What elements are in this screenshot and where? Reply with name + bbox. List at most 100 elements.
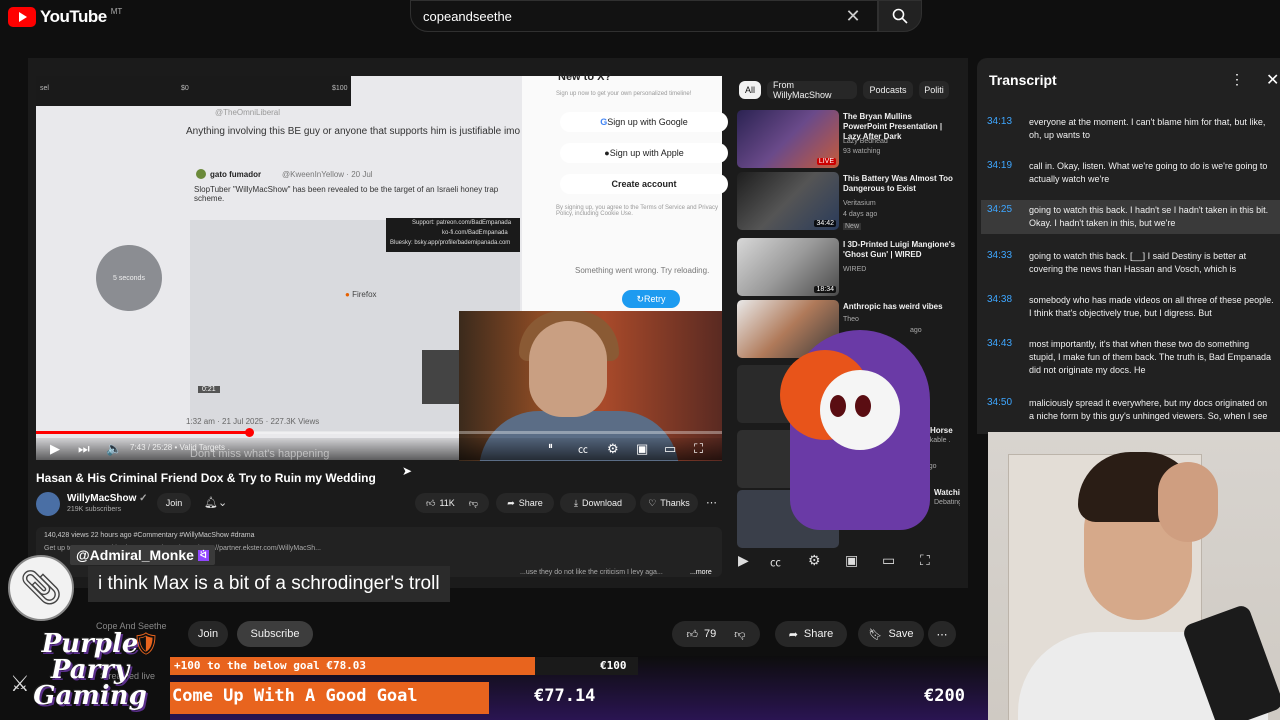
transcript-timestamp[interactable]: 34:43 (987, 338, 1019, 377)
rec-meta: 4 days ago (843, 211, 878, 218)
stream-more-button[interactable]: ⋯ (928, 621, 956, 647)
share-icon: ➦ (507, 497, 515, 508)
quoted-handle: @KweenInYellow · 20 Jul (282, 170, 373, 179)
chat-avatar: 📎︎ (8, 555, 74, 621)
tweet-bar-right: $100 (332, 85, 348, 92)
download-button[interactable]: ⤓ Download (560, 493, 636, 513)
like-button[interactable]: 👍︎ 11K 👎︎ (415, 493, 489, 513)
x-terms: By signing up, you agree to the Terms of… (556, 205, 718, 217)
x-apple-button[interactable]: ● Sign up with Apple (560, 143, 728, 163)
transcript-segment[interactable]: 34:13 everyone at the moment. I can't bla… (981, 112, 1280, 146)
transcript-timestamp[interactable]: 34:33 (987, 250, 1019, 276)
bell-icon[interactable]: 🔔︎⌄ (204, 496, 227, 509)
rec-thumbnail[interactable]: 34:42 (737, 172, 839, 230)
rec-title[interactable]: Anthropic has weird vibes (843, 302, 958, 312)
stream-like-count: 79 (704, 628, 717, 640)
captions-icon[interactable]: ㏄ (578, 441, 588, 456)
lower-theater-icon[interactable]: ▭ (882, 552, 895, 569)
rec-channel: Lazy Bedhead (843, 138, 888, 145)
lower-play-icon[interactable]: ▶ (738, 552, 749, 569)
mascot-eye (830, 395, 846, 417)
new-badge: New (843, 223, 862, 230)
skip-circle[interactable]: 5 seconds (96, 245, 162, 311)
channel-join-button[interactable]: Join (157, 493, 191, 513)
rec-thumbnail[interactable]: LIVE (737, 110, 839, 168)
chip-politics[interactable]: Politi (919, 81, 949, 99)
search-button[interactable] (878, 0, 922, 32)
transcript-timestamp[interactable]: 34:13 (987, 116, 1019, 142)
settings-gear-icon[interactable]: ⚙ (607, 441, 619, 457)
transcript-text: maliciously spread it everywhere, but my… (1029, 398, 1268, 421)
quoted-avatar (196, 169, 206, 179)
play-icon[interactable]: ▶ (50, 441, 60, 457)
transcript-timestamp[interactable]: 34:19 (987, 160, 1019, 186)
rec-channel: Veritasium (843, 200, 876, 207)
lower-miniplayer-icon[interactable]: ▣ (845, 552, 858, 569)
rec-title[interactable]: Watching th (934, 488, 960, 498)
transcript-text: everyone at the moment. I can't blame hi… (1029, 117, 1266, 140)
autoplay-toggle[interactable]: ⏸ (548, 441, 553, 452)
transcript-segment[interactable]: 34:43 most importantly, it's that when th… (981, 334, 1280, 381)
channel-name-text: WillyMacShow (67, 493, 137, 504)
lower-fullscreen-icon[interactable]: ⛶ (920, 552, 930, 569)
transcript-more-icon[interactable]: ⋮ (1230, 71, 1244, 88)
search-bar[interactable]: copeandseethe ✕ (410, 0, 878, 32)
volume-icon[interactable]: 🔈 (106, 441, 122, 457)
quoted-user: gato fumador (210, 170, 262, 179)
lower-captions-icon[interactable]: ㏄ (770, 554, 781, 570)
clear-search-icon[interactable]: ✕ (841, 6, 865, 27)
more-actions-icon[interactable]: ⋯ (706, 496, 717, 509)
rec-title[interactable]: Horse (930, 426, 960, 436)
miniplayer-icon[interactable]: ▣ (636, 441, 648, 457)
rec-title[interactable]: This Battery Was Almost Too Dangerous to… (843, 174, 958, 194)
scrubber-handle[interactable] (245, 428, 254, 437)
chip-podcasts[interactable]: Podcasts (863, 81, 913, 99)
stream-like-button[interactable]: 👍︎ 79 👎︎ (672, 621, 760, 647)
youtube-play-icon (8, 7, 36, 27)
download-icon: ⤓ (573, 497, 578, 508)
retry-button[interactable]: ↻ Retry (622, 290, 680, 308)
channel-name[interactable]: WillyMacShow ✓ (67, 493, 148, 504)
subscribe-button[interactable]: Subscribe (237, 621, 313, 647)
transcript-close-icon[interactable]: ✕ (1266, 70, 1279, 90)
x-create-account-button[interactable]: Create account (560, 174, 728, 194)
verified-icon: ✓ (139, 493, 148, 504)
thanks-button[interactable]: ♡ Thanks (640, 493, 698, 513)
thumbs-down-icon: 👎︎ (734, 628, 746, 641)
transcript-segment[interactable]: 34:50 maliciously spread it everywhere, b… (981, 393, 1280, 427)
x-google-button[interactable]: G Sign up with Google (560, 112, 728, 132)
firefox-text: Firefox (352, 290, 377, 299)
fullscreen-icon[interactable]: ⛶ (694, 441, 703, 457)
join-button[interactable]: Join (188, 621, 228, 647)
stream-share-button[interactable]: ➦ Share (775, 621, 847, 647)
transcript-timestamp[interactable]: 34:50 (987, 397, 1019, 423)
search-input[interactable]: copeandseethe (423, 9, 841, 24)
share-button[interactable]: ➦ Share (496, 493, 554, 513)
thumbs-up-icon: 👍︎ (686, 628, 699, 641)
rec-title[interactable]: I 3D-Printed Luigi Mangione's 'Ghost Gun… (843, 240, 958, 260)
save-button[interactable]: 🔖︎ Save (858, 621, 924, 647)
desc-more-link[interactable]: ...more (690, 569, 712, 576)
transcript-timestamp[interactable]: 34:25 (987, 204, 1019, 230)
transcript-segment[interactable]: 34:19 call in. Okay, listen. What we're g… (981, 156, 1280, 190)
like-count: 11K (439, 498, 455, 508)
youtube-logo[interactable]: YouTube MT (8, 6, 122, 28)
transcript-segment[interactable]: 34:38 somebody who has made videos on all… (981, 290, 1280, 324)
rec-thumbnail[interactable]: 18:34 (737, 238, 839, 296)
goal2-text: Come Up With A Good Goal (172, 686, 418, 706)
chip-from-channel[interactable]: From WillyMacShow (767, 80, 857, 100)
transcript-segment[interactable]: 34:25 going to watch this back. I hadn't … (981, 200, 1280, 234)
inner-time-badge: 0:21 (198, 386, 220, 393)
desc-snippet: ...use they do not like the criticism I … (520, 569, 663, 576)
transcript-timestamp[interactable]: 34:38 (987, 294, 1019, 320)
transcript-segment[interactable]: 34:33 going to watch this back. [__] I sa… (981, 246, 1280, 280)
lower-settings-icon[interactable]: ⚙ (808, 552, 821, 569)
chat-username-text: @Admiral_Monke (76, 547, 194, 563)
theater-mode-icon[interactable]: ▭ (664, 441, 676, 457)
next-icon[interactable]: ⏭ (78, 441, 90, 457)
chip-all[interactable]: All (739, 81, 761, 99)
rec-meta: ago (910, 327, 922, 334)
crossed-swords-icon: ⚔ (10, 671, 30, 696)
channel-avatar[interactable] (36, 492, 60, 516)
mouse-cursor-icon: ➤ (402, 464, 413, 478)
